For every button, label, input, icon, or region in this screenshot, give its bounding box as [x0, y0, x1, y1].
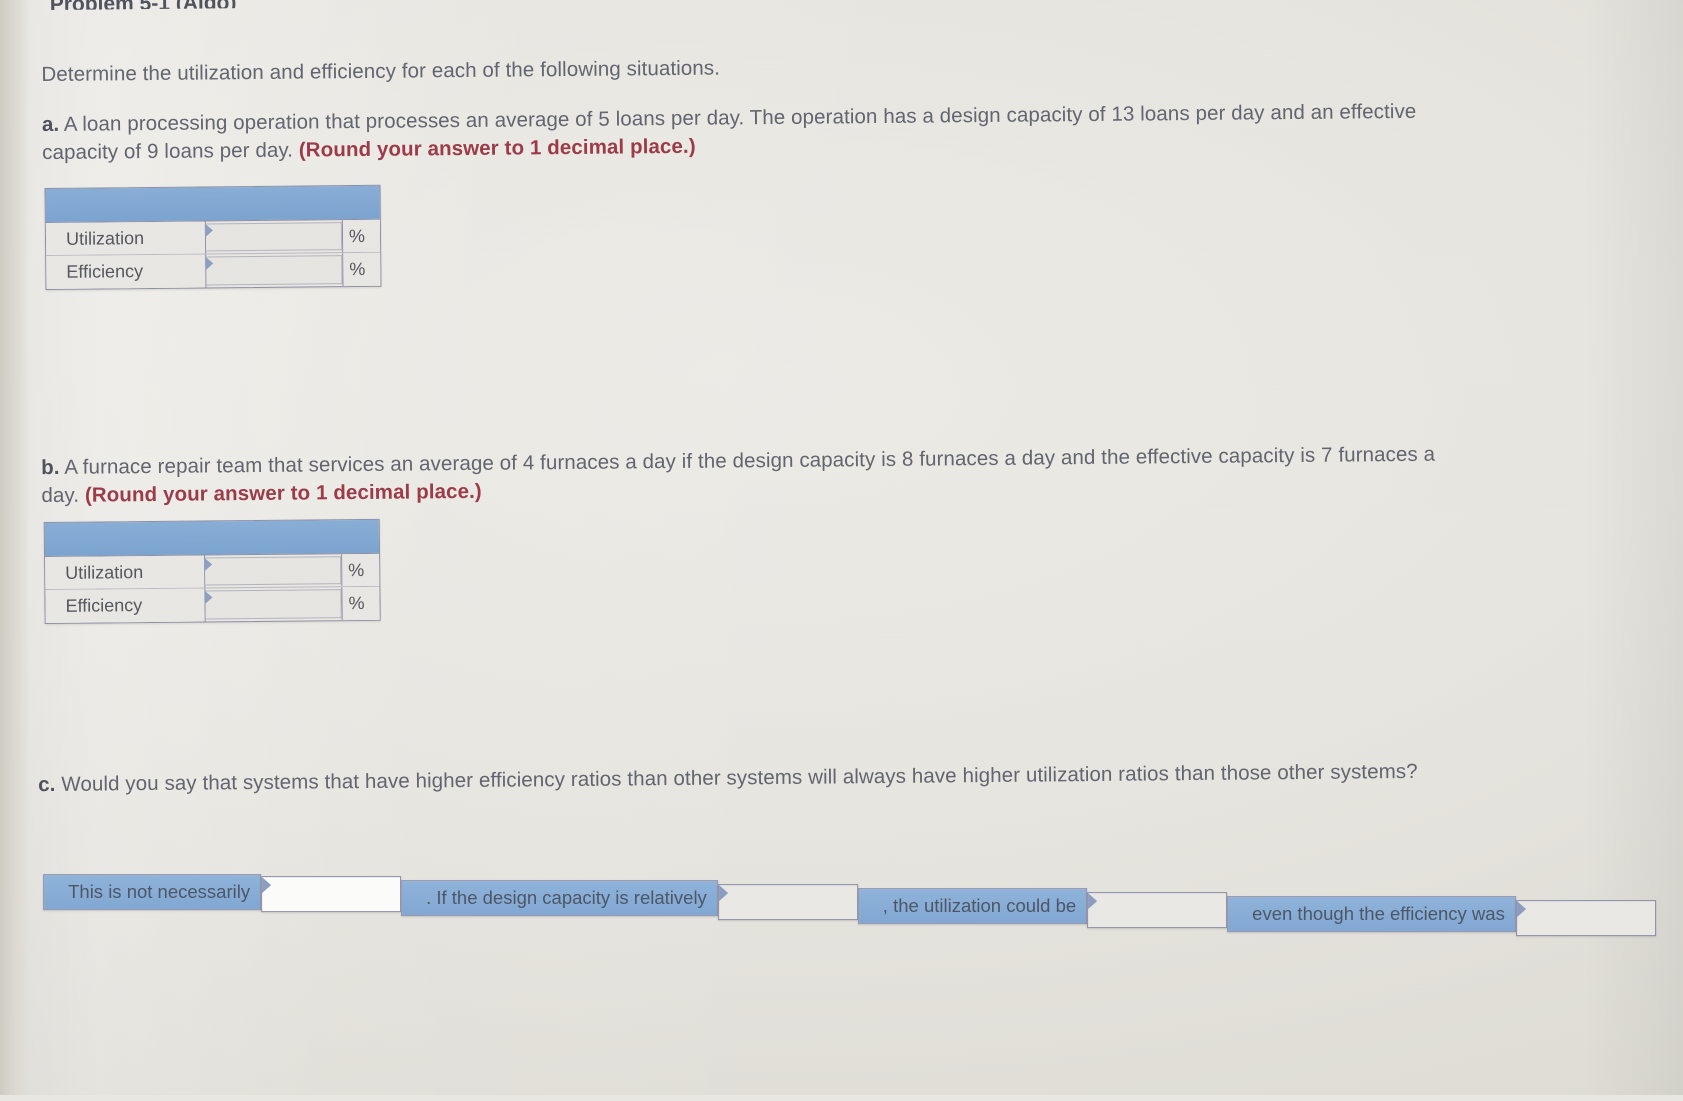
part-b-hint: (Round your answer to 1 decimal place.)	[84, 479, 482, 507]
utilization-input-a[interactable]	[205, 222, 343, 252]
answer-table-b-header	[44, 519, 380, 558]
table-row: Efficiency %	[46, 252, 381, 290]
row-label-utilization: Utilization	[45, 221, 207, 256]
problem-content: Problem 5-1 (Algo) Determine the utiliza…	[0, 0, 1683, 1101]
sentence-chip-4: even though the efficiency was	[1227, 896, 1516, 933]
sentence-chip-3: , the utilization could be	[857, 888, 1088, 925]
part-c-marker: c.	[38, 772, 56, 797]
part-c-body: Would you say that systems that have hig…	[55, 759, 1418, 796]
answer-table-b: Utilization % Efficiency %	[43, 518, 381, 625]
utilization-input-b[interactable]	[205, 556, 342, 586]
table-row: Efficiency %	[45, 586, 380, 624]
sentence-chip-1: This is not necessarily	[43, 874, 262, 911]
part-b-text: b. A furnace repair team that services a…	[41, 441, 1441, 510]
row-label-utilization: Utilization	[45, 555, 206, 590]
percent-unit: %	[342, 252, 381, 287]
sentence-select-1[interactable]	[261, 876, 402, 913]
efficiency-input-a[interactable]	[206, 255, 343, 286]
sentence-select-4[interactable]	[1515, 900, 1656, 937]
percent-unit: %	[341, 586, 380, 621]
problem-heading-text: Problem 5-1 (Algo)	[50, 0, 350, 10]
table-row: Utilization %	[45, 219, 381, 257]
percent-unit: %	[341, 553, 380, 587]
sentence-select-2[interactable]	[717, 884, 858, 921]
part-a-body: A loan processing operation that process…	[42, 99, 1417, 165]
part-a-hint: (Round your answer to 1 decimal place.)	[298, 134, 696, 162]
sentence-chip-2: . If the design capacity is relatively	[401, 880, 718, 917]
part-a-marker: a.	[41, 112, 60, 137]
answer-table-a-header	[45, 185, 380, 224]
percent-unit: %	[341, 219, 381, 253]
answer-sentence-row: This is not necessarily . If the design …	[43, 874, 1683, 937]
sentence-select-3[interactable]	[1087, 892, 1228, 929]
efficiency-input-b[interactable]	[205, 589, 342, 620]
row-label-efficiency: Efficiency	[45, 588, 206, 624]
part-b-marker: b.	[41, 455, 60, 480]
answer-table-a: Utilization % Efficiency %	[44, 184, 382, 291]
problem-heading: Problem 5-1 (Algo)	[50, 0, 350, 10]
part-c-text: c. Would you say that systems that have …	[38, 758, 1438, 799]
row-label-efficiency: Efficiency	[46, 254, 207, 290]
part-a-text: a. A loan processing operation that proc…	[42, 98, 1442, 167]
intro-text: Determine the utilization and efficiency…	[41, 56, 721, 87]
table-row: Utilization %	[45, 553, 380, 591]
